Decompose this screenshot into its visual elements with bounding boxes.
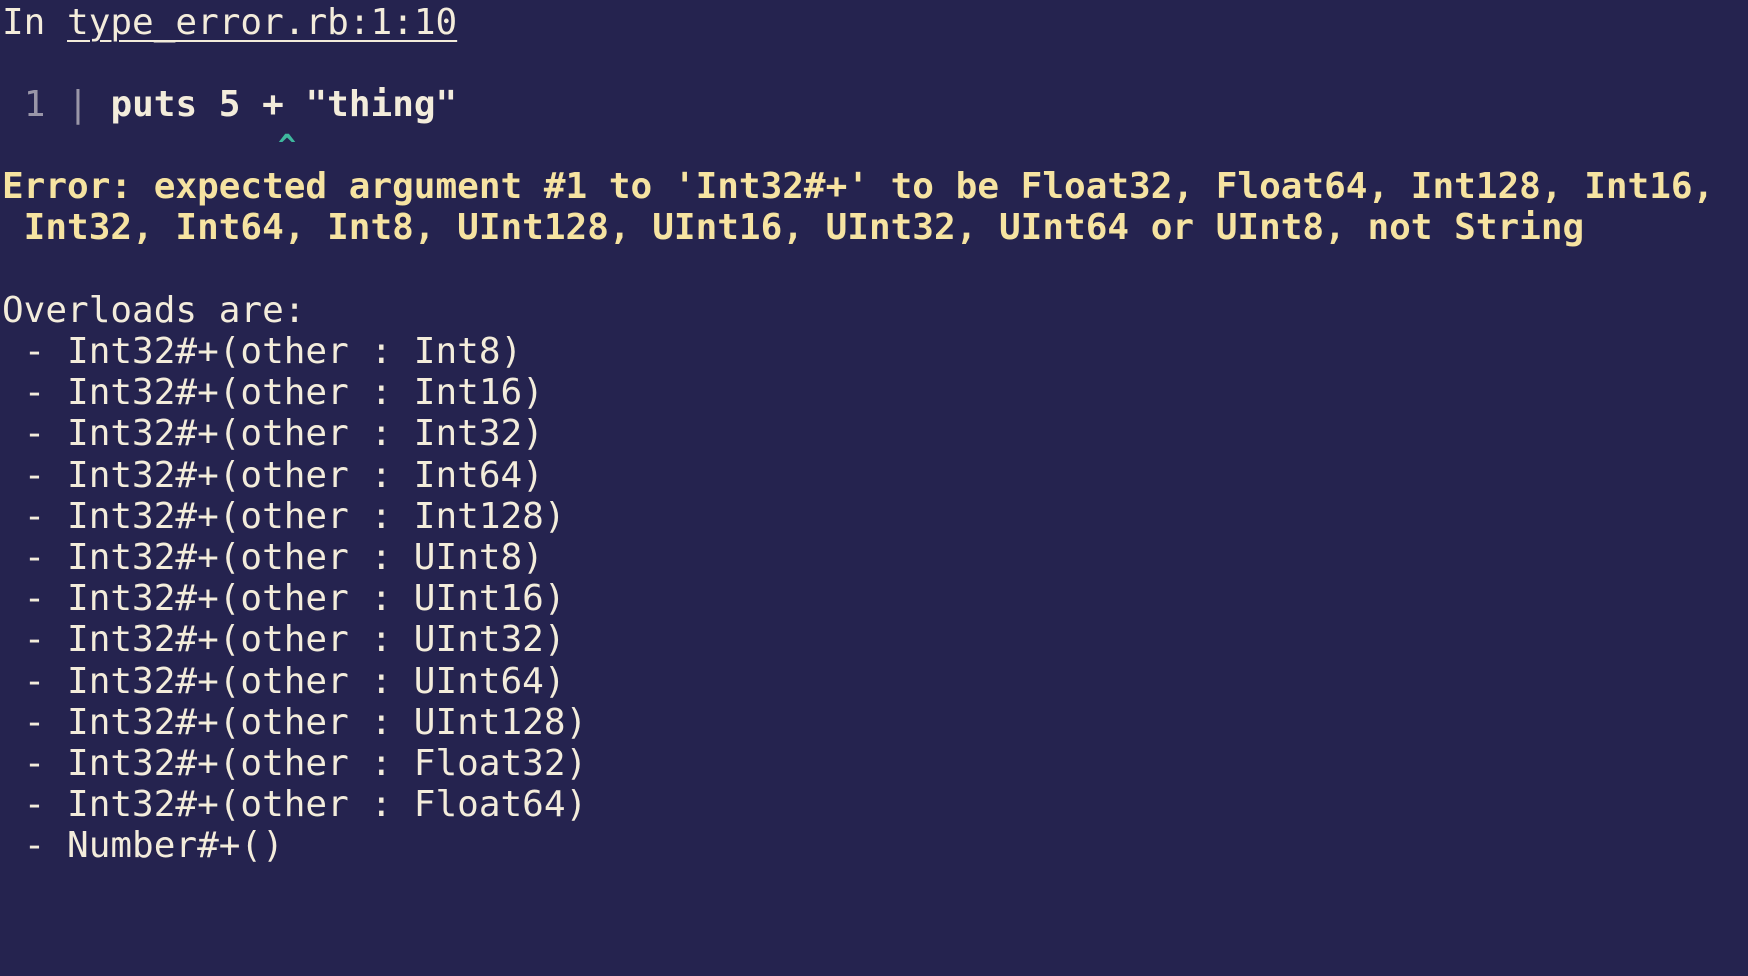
overload-item: - Int32#+(other : Int64) xyxy=(2,455,544,496)
error-message-line-2: Int32, Int64, Int8, UInt128, UInt16, UIn… xyxy=(2,207,1585,248)
overload-item: - Int32#+(other : UInt8) xyxy=(2,537,544,578)
terminal-output: In type_error.rb:1:10 1 | puts 5 + "thin… xyxy=(0,0,1748,976)
source-line: 1 | puts 5 + "thing" xyxy=(2,82,458,128)
overload-item: - Int32#+(other : Float64) xyxy=(2,784,588,825)
overload-item: - Int32#+(other : Int16) xyxy=(2,372,544,413)
overload-item: - Int32#+(other : Int128) xyxy=(2,496,566,537)
gutter-separator: | xyxy=(67,84,89,125)
error-location-line: In type_error.rb:1:10 xyxy=(2,0,457,46)
overloads-heading: Overloads are: xyxy=(2,290,306,331)
error-caret-line: ^ xyxy=(278,122,296,168)
overload-item: - Int32#+(other : UInt128) xyxy=(2,702,588,743)
overload-item: - Number#+() xyxy=(2,825,284,866)
overload-item: - Int32#+(other : UInt32) xyxy=(2,619,566,660)
overload-item: - Int32#+(other : Int8) xyxy=(2,331,523,372)
overload-item: - Int32#+(other : UInt64) xyxy=(2,661,566,702)
error-message-line-1: Error: expected argument #1 to 'Int32#+'… xyxy=(2,166,1715,207)
overload-item: - Int32#+(other : UInt16) xyxy=(2,578,566,619)
line-number: 1 xyxy=(23,84,46,125)
file-location-link[interactable]: type_error.rb:1:10 xyxy=(67,2,457,43)
error-caret: ^ xyxy=(278,129,297,164)
overload-item: - Int32#+(other : Float32) xyxy=(2,743,588,784)
source-code: puts 5 + "thing" xyxy=(110,84,458,125)
overload-item: - Int32#+(other : Int32) xyxy=(2,413,544,454)
location-prefix: In xyxy=(2,2,68,43)
